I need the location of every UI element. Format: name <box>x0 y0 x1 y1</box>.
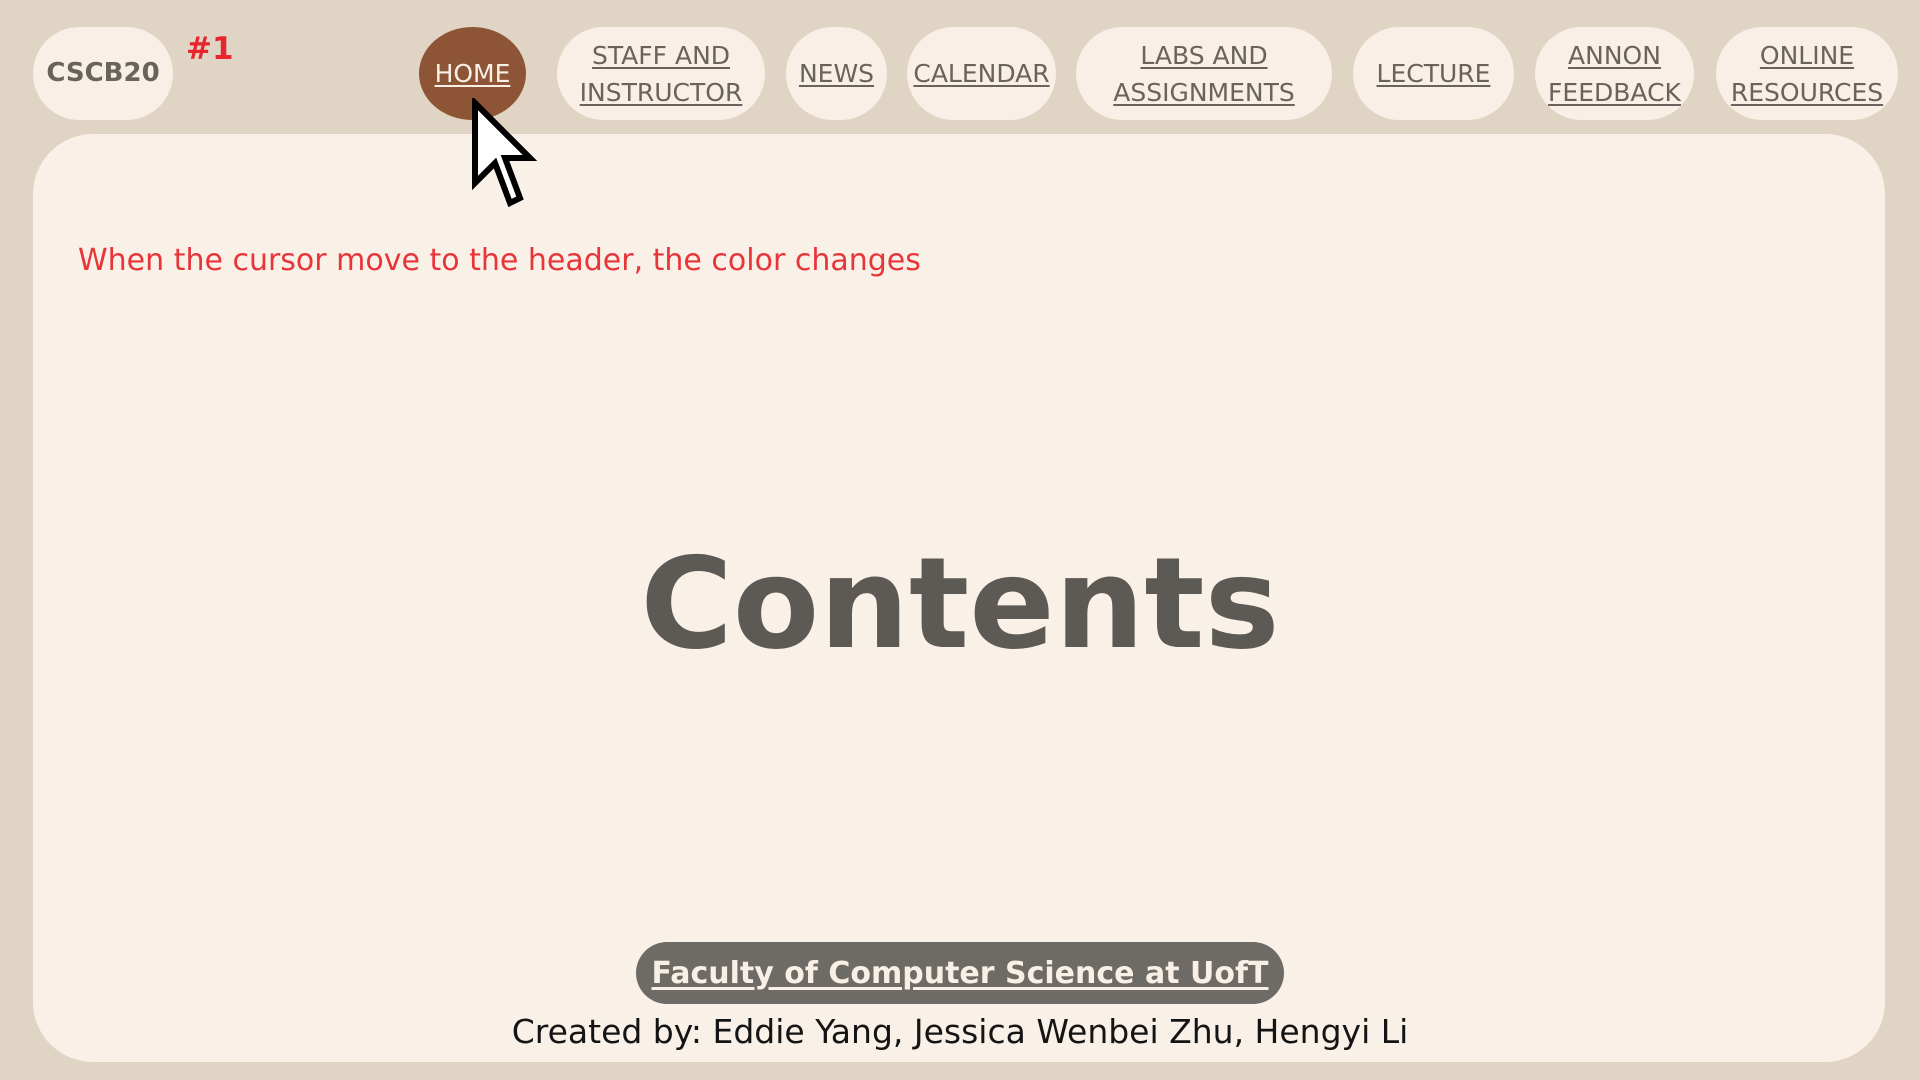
annotation-number: #1 <box>186 31 234 67</box>
brand-label: CSCB20 <box>46 58 160 88</box>
contents-title: Contents <box>640 530 1280 677</box>
nav-calendar-label: CALENDAR <box>913 59 1050 88</box>
nav-labs-and-assignments[interactable]: LABS AND ASSIGNMENTS <box>1076 27 1332 120</box>
nav-lecture[interactable]: LECTURE <box>1353 27 1514 120</box>
nav-labs-line1: LABS AND <box>1140 40 1268 70</box>
nav-news-label: NEWS <box>798 59 875 88</box>
nav-annon-feedback[interactable]: ANNON FEEDBACK <box>1535 27 1694 120</box>
nav-calendar[interactable]: CALENDAR <box>907 27 1056 120</box>
nav-news[interactable]: NEWS <box>786 27 887 120</box>
nav-resources-line1: ONLINE <box>1759 40 1855 70</box>
faculty-link[interactable]: Faculty of Computer Science at UofT <box>636 942 1284 1004</box>
nav-online-resources[interactable]: ONLINE RESOURCES <box>1716 27 1898 120</box>
nav-labs-line2: ASSIGNMENTS <box>1113 77 1295 107</box>
nav-feedback-line2: FEEDBACK <box>1548 77 1681 107</box>
nav-lecture-label: LECTURE <box>1376 59 1491 88</box>
nav-staff-and-instructor[interactable]: STAFF AND INSTRUCTOR <box>557 27 765 120</box>
credits-text: Created by: Eddie Yang, Jessica Wenbei Z… <box>511 1012 1409 1051</box>
arrow-cursor-icon <box>472 98 538 208</box>
nav-staff-line2: INSTRUCTOR <box>579 77 743 107</box>
nav-home-label: HOME <box>434 59 511 88</box>
annotation-note: When the cursor move to the header, the … <box>78 243 921 278</box>
nav-staff-line1: STAFF AND <box>591 40 731 70</box>
page: CSCB20 #1 HOME STAFF AND INSTRUCTOR NEWS… <box>0 0 1920 1080</box>
nav-feedback-line1: ANNON <box>1568 40 1661 70</box>
site-brand[interactable]: CSCB20 <box>33 27 173 120</box>
nav-resources-line2: RESOURCES <box>1730 77 1884 107</box>
